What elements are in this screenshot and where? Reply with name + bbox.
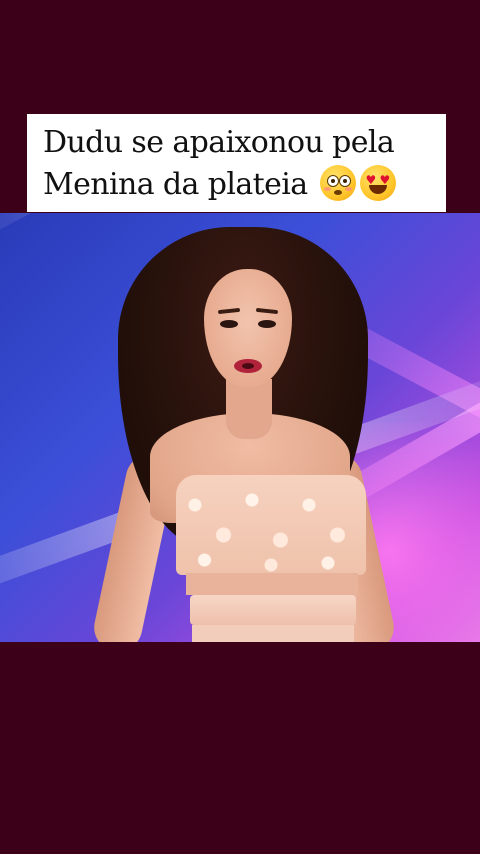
caption-line-1: Dudu se apaixonou pela bbox=[43, 125, 395, 160]
video-frame[interactable] bbox=[0, 213, 480, 642]
eye-left bbox=[220, 320, 238, 328]
caption-line-2: Menina da plateia ♥ ♥ bbox=[43, 164, 436, 206]
eye-right bbox=[258, 320, 276, 328]
brow-left bbox=[217, 307, 241, 315]
floral-top bbox=[176, 475, 366, 575]
skirt bbox=[192, 625, 354, 642]
caption-box: Dudu se apaixonou pela Menina da plateia… bbox=[27, 114, 446, 212]
waistband bbox=[190, 595, 356, 625]
flushed-face-icon bbox=[320, 165, 357, 201]
lips bbox=[234, 359, 262, 373]
person-neck bbox=[226, 379, 272, 439]
person-midriff bbox=[186, 573, 358, 595]
brow-right bbox=[255, 307, 279, 315]
caption-line-2-text: Menina da plateia bbox=[43, 167, 308, 202]
heart-eyes-face-icon: ♥ ♥ bbox=[360, 165, 397, 201]
